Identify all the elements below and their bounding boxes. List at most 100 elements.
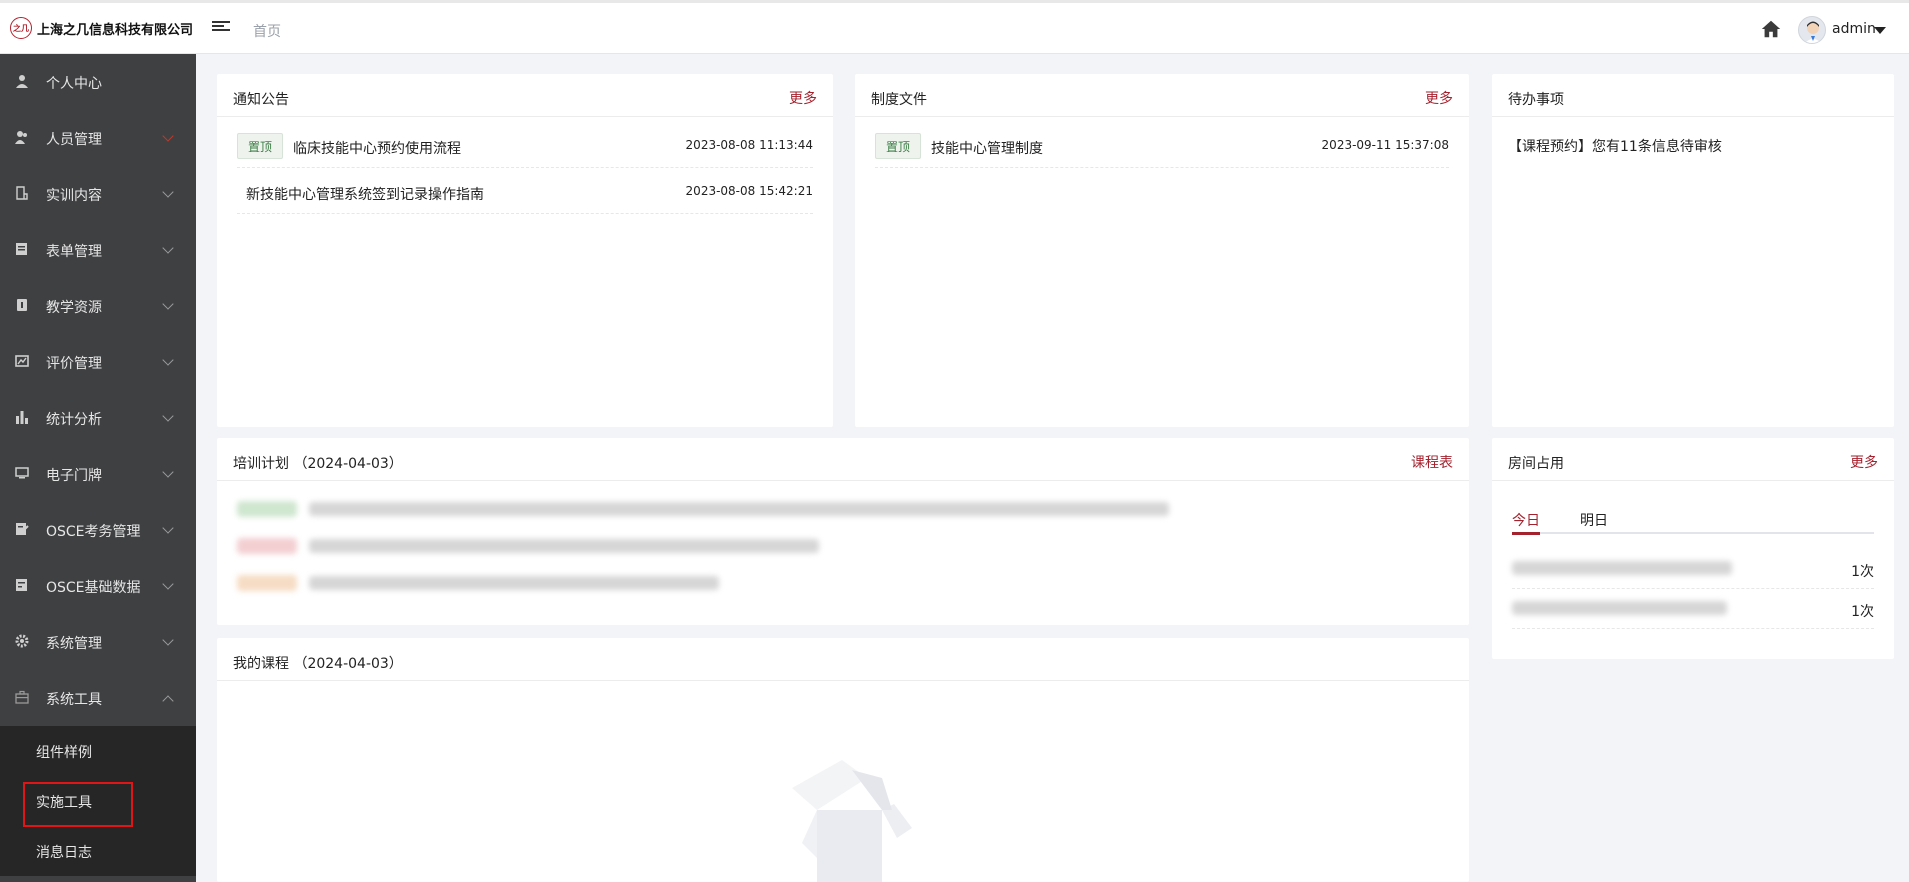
user-icon <box>16 75 28 88</box>
room-more-link[interactable]: 更多 <box>1850 452 1878 472</box>
sidebar-item-label: 教学资源 <box>46 300 102 316</box>
todo-item-link[interactable]: 【课程预约】您有11条信息待审核 <box>1508 136 1722 156</box>
sidebar-item-evaluation[interactable]: 评价管理 <box>0 334 196 390</box>
card-header: 通知公告 更多 <box>217 74 833 117</box>
sidebar-item-forms[interactable]: 表单管理 <box>0 222 196 278</box>
monitor-icon <box>15 467 29 479</box>
notice-date: 2023-08-08 11:13:44 <box>685 138 813 152</box>
tab-today[interactable]: 今日 <box>1512 510 1540 530</box>
sidebar-item-label: 个人中心 <box>46 76 102 92</box>
sidebar-item-training[interactable]: 实训内容 <box>0 166 196 222</box>
room-occupancy-card: 房间占用 更多 今日 明日 1次 1次 <box>1492 438 1894 659</box>
card-title: 我的课程 （2024-04-03） <box>233 656 403 672</box>
card-header: 培训计划 （2024-04-03） 课程表 <box>217 438 1469 481</box>
room-count: 1次 <box>1851 604 1874 620</box>
blurred-room-name <box>1512 601 1727 615</box>
room-tabs: 今日 明日 <box>1512 504 1874 535</box>
chevron-up-icon <box>162 695 174 707</box>
company-logo: 之几 <box>10 17 32 39</box>
sidebar-item-label: OSCE基础数据 <box>46 580 141 596</box>
chevron-down-icon <box>162 130 174 142</box>
bar-chart-icon <box>16 411 28 424</box>
sidebar-item-statistics[interactable]: 统计分析 <box>0 390 196 446</box>
subitem-label: 组件样例 <box>36 745 92 761</box>
policy-title-link[interactable]: 技能中心管理制度 <box>931 138 1043 158</box>
todo-card: 待办事项 【课程预约】您有11条信息待审核 <box>1492 74 1894 427</box>
resource-icon <box>17 299 27 311</box>
evaluation-icon <box>15 355 29 367</box>
sidebar-item-label: 评价管理 <box>46 356 102 372</box>
card-title: 房间占用 <box>1508 456 1564 472</box>
gear-icon <box>15 634 29 648</box>
schedule-link[interactable]: 课程表 <box>1411 452 1453 472</box>
sidebar-item-staff[interactable]: 人员管理 <box>0 110 196 166</box>
form-icon <box>16 243 27 255</box>
sidebar-item-label: 统计分析 <box>46 412 102 428</box>
empty-box-icon <box>792 760 912 882</box>
active-tab-indicator <box>1512 532 1540 535</box>
sidebar-item-personal-center[interactable]: 个人中心 <box>0 54 196 110</box>
breadcrumb-home[interactable]: 首页 <box>253 21 281 41</box>
sidebar-item-label: 系统管理 <box>46 636 102 652</box>
database-icon <box>16 579 27 591</box>
blurred-room-name <box>1512 561 1732 575</box>
policy-card: 制度文件 更多 置顶 技能中心管理制度 2023-09-11 15:37:08 <box>855 74 1469 427</box>
policy-more-link[interactable]: 更多 <box>1425 88 1453 108</box>
training-icon <box>16 186 28 200</box>
users-icon <box>15 131 27 144</box>
sidebar: 个人中心 人员管理 实训内容 表单管理 教学资源 评价管理 统计分析 电子门牌 … <box>0 54 196 882</box>
chevron-down-icon <box>162 354 174 366</box>
notice-title-link[interactable]: 新技能中心管理系统签到记录操作指南 <box>246 184 484 204</box>
avatar[interactable] <box>1798 16 1826 44</box>
sidebar-item-system-tools[interactable]: 系统工具 <box>0 670 196 726</box>
sidebar-item-osce-data[interactable]: OSCE基础数据 <box>0 558 196 614</box>
chevron-down-icon <box>162 522 174 534</box>
notice-more-link[interactable]: 更多 <box>789 88 817 108</box>
notice-card: 通知公告 更多 置顶 临床技能中心预约使用流程 2023-08-08 11:13… <box>217 74 833 427</box>
list-item[interactable]: 1次 <box>1512 549 1874 589</box>
tab-tomorrow[interactable]: 明日 <box>1580 510 1608 530</box>
brand[interactable]: 之几 上海之几信息科技有限公司 <box>10 17 193 39</box>
sidebar-subitem-component-examples[interactable]: 组件样例 <box>0 726 196 776</box>
sidebar-item-label: 表单管理 <box>46 244 102 260</box>
caret-down-icon[interactable] <box>1874 27 1886 34</box>
list-item[interactable]: 新技能中心管理系统签到记录操作指南 2023-08-08 15:42:21 <box>237 170 813 214</box>
submenu-system-tools: 组件样例 实施工具 消息日志 <box>0 726 196 876</box>
sidebar-item-e-doorplate[interactable]: 电子门牌 <box>0 446 196 502</box>
card-title: 通知公告 <box>233 92 289 108</box>
sidebar-item-resources[interactable]: 教学资源 <box>0 278 196 334</box>
notice-date: 2023-08-08 15:42:21 <box>685 184 813 198</box>
card-title: 待办事项 <box>1508 92 1564 108</box>
menu-toggle-icon[interactable] <box>212 19 230 37</box>
list-item[interactable]: 1次 <box>1512 589 1874 629</box>
home-icon[interactable] <box>1760 18 1782 40</box>
sidebar-item-system-admin[interactable]: 系统管理 <box>0 614 196 670</box>
policy-date: 2023-09-11 15:37:08 <box>1321 138 1449 152</box>
training-plan-card: 培训计划 （2024-04-03） 课程表 <box>217 438 1469 625</box>
card-header: 待办事项 <box>1492 74 1894 117</box>
list-item[interactable]: 置顶 临床技能中心预约使用流程 2023-08-08 11:13:44 <box>237 124 813 168</box>
subitem-label: 消息日志 <box>36 845 92 861</box>
chevron-down-icon <box>162 186 174 198</box>
chevron-down-icon <box>162 242 174 254</box>
room-count: 1次 <box>1851 564 1874 580</box>
card-header: 制度文件 更多 <box>855 74 1469 117</box>
sidebar-item-label: 人员管理 <box>46 132 102 148</box>
pinned-badge: 置顶 <box>875 133 921 159</box>
sidebar-subitem-message-log[interactable]: 消息日志 <box>0 826 196 876</box>
sidebar-subitem-implementation-tools[interactable]: 实施工具 <box>0 776 196 827</box>
list-item[interactable]: 置顶 技能中心管理制度 2023-09-11 15:37:08 <box>875 124 1449 168</box>
chevron-down-icon <box>162 634 174 646</box>
user-name[interactable]: admin <box>1832 21 1876 37</box>
card-title: 培训计划 （2024-04-03） <box>233 456 403 472</box>
pinned-badge: 置顶 <box>237 133 283 159</box>
sidebar-item-label: 系统工具 <box>46 692 102 708</box>
subitem-label: 实施工具 <box>36 795 92 811</box>
sidebar-item-osce-exam[interactable]: OSCE考务管理 <box>0 502 196 558</box>
exam-icon <box>16 523 29 535</box>
chevron-down-icon <box>162 410 174 422</box>
card-header: 房间占用 更多 <box>1492 438 1894 481</box>
notice-title-link[interactable]: 临床技能中心预约使用流程 <box>293 138 461 158</box>
chevron-down-icon <box>162 298 174 310</box>
sidebar-item-label: 实训内容 <box>46 188 102 204</box>
